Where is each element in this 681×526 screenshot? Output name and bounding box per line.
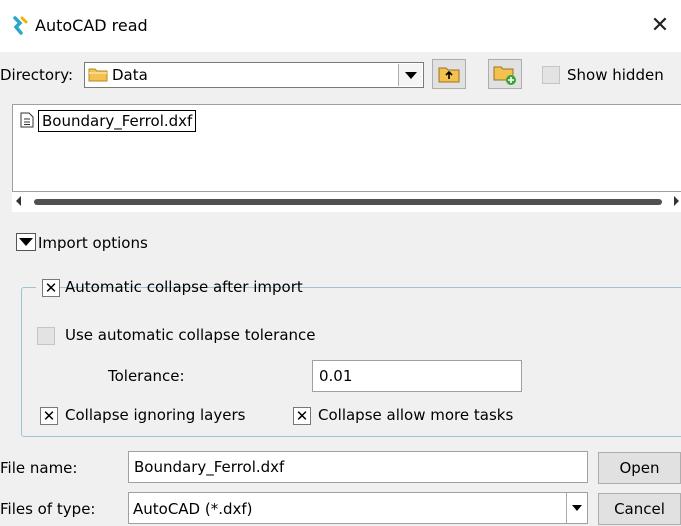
use-tolerance-checkbox[interactable] xyxy=(37,327,55,345)
import-options-toggle[interactable] xyxy=(16,233,36,251)
file-name-label: File name: xyxy=(0,459,78,477)
open-button[interactable]: Open xyxy=(598,452,681,484)
file-name-input[interactable]: Boundary_Ferrol.dxf xyxy=(128,451,588,483)
file-icon xyxy=(20,112,34,128)
scroll-right-icon[interactable] xyxy=(674,196,679,206)
directory-label: Directory: xyxy=(0,66,74,84)
chevron-down-icon[interactable] xyxy=(566,493,587,523)
use-tolerance-label: Use automatic collapse tolerance xyxy=(65,326,316,344)
scroll-left-icon[interactable] xyxy=(16,196,21,206)
tolerance-label: Tolerance: xyxy=(108,367,185,385)
show-hidden-checkbox[interactable] xyxy=(542,66,560,84)
folder-icon xyxy=(88,68,108,82)
import-options-label[interactable]: Import options xyxy=(38,234,148,252)
more-tasks-checkbox[interactable]: ✕ xyxy=(293,407,311,425)
more-tasks-label: Collapse allow more tasks xyxy=(318,406,514,424)
list-item[interactable]: Boundary_Ferrol.dxf xyxy=(38,110,197,132)
show-hidden-label: Show hidden xyxy=(567,66,664,84)
scrollbar-thumb[interactable] xyxy=(34,199,662,205)
folder-up-icon xyxy=(438,67,460,83)
ignore-layers-checkbox[interactable]: ✕ xyxy=(40,407,58,425)
cancel-button[interactable]: Cancel xyxy=(598,493,681,525)
tolerance-input[interactable]: 0.01 xyxy=(312,360,522,392)
chevron-down-icon xyxy=(19,238,33,246)
window-title: AutoCAD read xyxy=(35,16,148,35)
file-type-label: Files of type: xyxy=(0,500,96,518)
chevron-down-icon[interactable] xyxy=(398,64,422,86)
new-folder-button[interactable] xyxy=(488,59,522,89)
file-type-value: AutoCAD (*.dxf) xyxy=(133,500,253,518)
auto-collapse-checkbox[interactable]: ✕ xyxy=(42,279,60,297)
up-folder-button[interactable] xyxy=(432,59,466,89)
app-logo-icon xyxy=(13,16,28,35)
auto-collapse-label: Automatic collapse after import xyxy=(65,278,303,296)
directory-value: Data xyxy=(112,66,148,84)
ignore-layers-label: Collapse ignoring layers xyxy=(65,406,246,424)
close-button[interactable]: ✕ xyxy=(644,12,676,40)
new-folder-icon xyxy=(493,66,516,85)
